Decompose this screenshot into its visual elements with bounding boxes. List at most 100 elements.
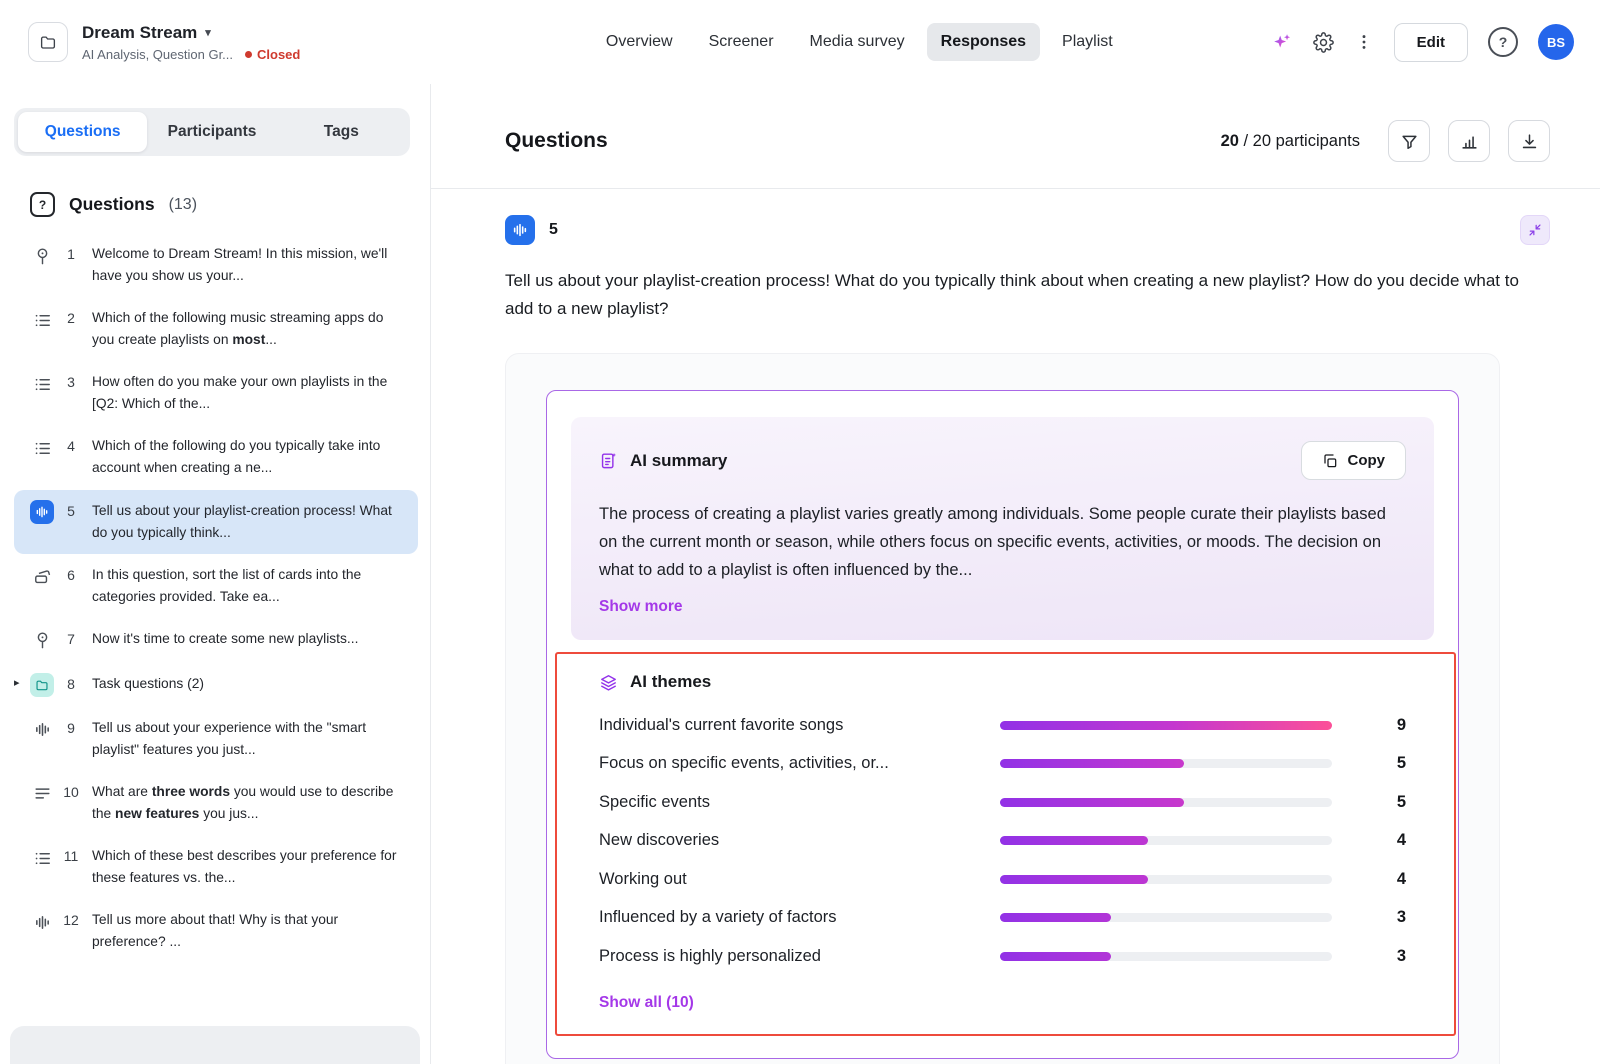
project-subtitle: AI Analysis, Question Gr... [82, 47, 233, 62]
theme-label: Influenced by a variety of factors [599, 908, 1000, 927]
theme-row: New discoveries 4 [599, 822, 1406, 861]
theme-value: 9 [1332, 716, 1406, 735]
question-list-item-6[interactable]: 6 In this question, sort the list of car… [14, 554, 418, 618]
question-list: 1 Welcome to Dream Stream! In this missi… [0, 227, 430, 1018]
question-text: In this question, sort the list of cards… [88, 564, 406, 608]
header-actions: Edit ? BS [1271, 23, 1574, 62]
sparkle-icon [1271, 31, 1293, 53]
question-text: Which of the following music streaming a… [88, 307, 406, 351]
question-list-item-8-group[interactable]: ▸ 8 Task questions (2) [14, 663, 418, 707]
question-number: 11 [54, 848, 88, 864]
download-button[interactable] [1508, 120, 1550, 162]
theme-label: Specific events [599, 793, 1000, 812]
participants-count: 20 / 20 participants [1221, 132, 1360, 151]
theme-bar-track [1000, 759, 1332, 768]
sidebar: Questions Participants Tags ? Questions … [0, 84, 431, 1064]
chart-view-button[interactable] [1448, 120, 1490, 162]
theme-row: Individual's current favorite songs 9 [599, 706, 1406, 745]
question-list-item-5-selected[interactable]: 5 Tell us about your playlist-creation p… [14, 490, 418, 554]
theme-bar-track [1000, 836, 1332, 845]
folder-icon [39, 33, 57, 51]
nav-item-overview[interactable]: Overview [592, 23, 687, 61]
nav-item-screener[interactable]: Screener [695, 23, 788, 61]
edit-button[interactable]: Edit [1394, 23, 1468, 62]
project-folder-button[interactable] [28, 22, 68, 62]
question-number: 4 [54, 438, 88, 454]
question-list-item-10[interactable]: 10 What are three words you would use to… [14, 771, 418, 835]
help-button[interactable]: ? [1488, 27, 1518, 57]
question-text: Welcome to Dream Stream! In this mission… [88, 243, 406, 287]
question-text: Tell us about your experience with the "… [88, 717, 406, 761]
filter-icon [1400, 132, 1419, 151]
question-list-item-7[interactable]: 7 Now it's time to create some new playl… [14, 618, 418, 663]
question-number: 12 [54, 912, 88, 928]
filter-button[interactable] [1388, 120, 1430, 162]
question-number: 8 [54, 676, 88, 692]
ai-themes-section-highlighted: AI themes Individual's current favorite … [555, 652, 1456, 1036]
theme-label: Individual's current favorite songs [599, 716, 1000, 735]
main-nav: Overview Screener Media survey Responses… [448, 23, 1271, 61]
cards-icon [30, 565, 54, 589]
theme-row: Focus on specific events, activities, or… [599, 745, 1406, 784]
chevron-down-icon: ▾ [205, 26, 211, 39]
question-list-item-9[interactable]: 9 Tell us about your experience with the… [14, 707, 418, 771]
ai-summary-icon [599, 451, 618, 470]
copy-icon [1322, 453, 1338, 469]
collapse-card-button[interactable] [1520, 215, 1550, 245]
tab-participants[interactable]: Participants [147, 112, 276, 152]
nav-item-media-survey[interactable]: Media survey [796, 23, 919, 61]
theme-bar [1000, 836, 1148, 845]
theme-bar [1000, 721, 1332, 730]
theme-row: Process is highly personalized 3 [599, 937, 1406, 976]
text-lines-icon [30, 782, 54, 806]
question-list-item-2[interactable]: 2 Which of the following music streaming… [14, 297, 418, 361]
nav-item-playlist[interactable]: Playlist [1048, 23, 1127, 61]
question-text: Which of the following do you typically … [88, 435, 406, 479]
question-detail-text: Tell us about your playlist-creation pro… [505, 267, 1545, 323]
status-badge: Closed [245, 47, 300, 62]
page-title: Questions [505, 129, 608, 153]
settings-button[interactable] [1313, 32, 1334, 53]
pin-icon [30, 629, 54, 653]
theme-value: 3 [1332, 908, 1406, 927]
copy-label: Copy [1348, 452, 1386, 469]
theme-bar [1000, 875, 1148, 884]
show-all-link[interactable]: Show all (10) [599, 994, 694, 1012]
nav-item-responses[interactable]: Responses [927, 23, 1040, 61]
tab-tags[interactable]: Tags [277, 112, 406, 152]
question-list-item-11[interactable]: 11 Which of these best describes your pr… [14, 835, 418, 899]
ai-summary-text: The process of creating a playlist varie… [599, 500, 1399, 584]
theme-bar [1000, 759, 1184, 768]
theme-label: Working out [599, 870, 1000, 889]
copy-button[interactable]: Copy [1301, 441, 1407, 480]
theme-value: 5 [1332, 793, 1406, 812]
theme-row: Specific events 5 [599, 783, 1406, 822]
question-number: 5 [54, 503, 88, 519]
show-more-link[interactable]: Show more [599, 598, 683, 616]
theme-bar-track [1000, 952, 1332, 961]
theme-value: 4 [1332, 870, 1406, 889]
theme-bar [1000, 952, 1111, 961]
question-list-item-1[interactable]: 1 Welcome to Dream Stream! In this missi… [14, 233, 418, 297]
question-list-item-4[interactable]: 4 Which of the following do you typicall… [14, 425, 418, 489]
more-menu-button[interactable] [1354, 32, 1374, 52]
tab-questions[interactable]: Questions [18, 112, 147, 152]
gear-icon [1313, 32, 1334, 53]
project-switcher[interactable]: Dream Stream ▾ [82, 23, 300, 43]
bar-chart-icon [1460, 132, 1479, 151]
theme-value: 3 [1332, 947, 1406, 966]
question-number: 1 [54, 246, 88, 262]
question-list-item-3[interactable]: 3 How often do you make your own playlis… [14, 361, 418, 425]
ai-sparkle-button[interactable] [1271, 31, 1293, 53]
project-info: Dream Stream ▾ AI Analysis, Question Gr.… [28, 22, 448, 62]
ai-themes-title: AI themes [630, 672, 711, 692]
questions-section-count: (13) [169, 196, 197, 214]
waveform-icon [30, 500, 54, 524]
status-dot-icon [245, 51, 252, 58]
expand-chevron-icon[interactable]: ▸ [14, 676, 20, 689]
list-icon [30, 436, 54, 460]
theme-label: Focus on specific events, activities, or… [599, 754, 1000, 773]
list-icon [30, 846, 54, 870]
avatar[interactable]: BS [1538, 24, 1574, 60]
question-list-item-12[interactable]: 12 Tell us more about that! Why is that … [14, 899, 418, 963]
